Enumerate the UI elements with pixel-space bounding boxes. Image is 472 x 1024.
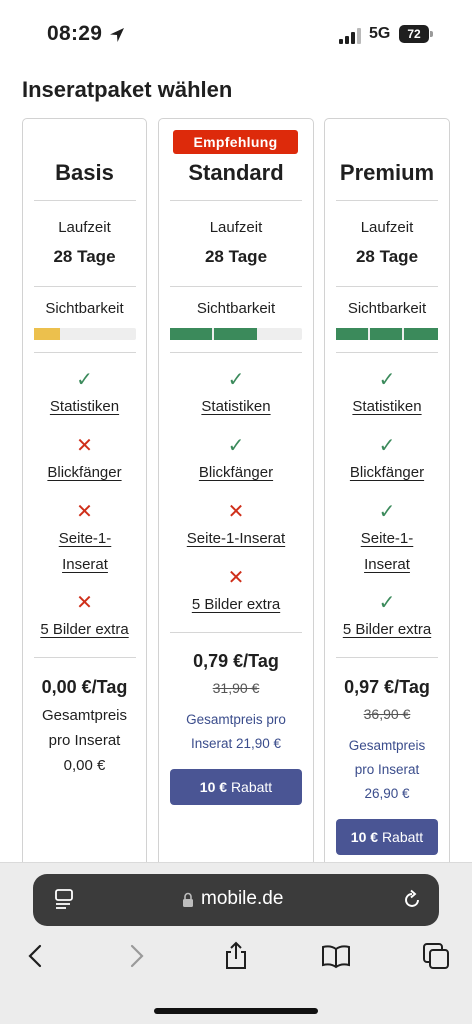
visibility-label: Sichtbarkeit [347, 300, 427, 317]
check-icon: ✓ [227, 435, 245, 457]
duration-label: Laufzeit [58, 219, 111, 236]
visibility-bar-basis [34, 328, 136, 340]
bookmarks-icon[interactable] [320, 940, 352, 972]
divider [336, 286, 438, 287]
divider [336, 657, 438, 658]
location-arrow-icon [110, 28, 124, 42]
duration-label: Laufzeit [360, 219, 414, 236]
check-icon: ✓ [378, 369, 396, 391]
duration-label: Laufzeit [209, 219, 263, 236]
check-icon: ✓ [227, 369, 245, 391]
feature-link-blickfaenger[interactable]: Blickfänger [324, 460, 450, 486]
feature-link-seite-1-inserat[interactable]: Seite-1-Inserat [352, 526, 422, 578]
battery-level: 72 [399, 25, 429, 43]
feature-link-5-bilder-extra[interactable]: 5 Bilder extra [22, 617, 147, 643]
cross-icon: ✕ [76, 501, 93, 523]
discount-button-standard[interactable]: 10 € Rabatt [170, 769, 302, 805]
feature-link-seite-1-inserat[interactable]: Seite-1-Inserat [50, 526, 120, 578]
visibility-bar-standard [170, 328, 302, 340]
network-type: 5G [369, 25, 391, 42]
page-menu-icon[interactable] [54, 888, 76, 912]
recommendation-badge: Empfehlung [173, 130, 298, 154]
visibility-bar-segment [34, 328, 60, 340]
visibility-bar-segment [214, 328, 258, 340]
total-price-line: Gesamtpreis [41, 707, 128, 724]
feature-link-blickfaenger[interactable]: Blickfänger [158, 460, 314, 486]
plan-name-premium: Premium [339, 160, 435, 185]
price-per-day: 0,79 €/Tag [193, 651, 279, 671]
plan-name-standard: Standard [188, 160, 284, 185]
discount-label: Rabatt [230, 779, 273, 795]
feature-link-5-bilder-extra[interactable]: 5 Bilder extra [324, 617, 450, 643]
total-price-line: pro Inserat [354, 762, 420, 777]
reload-icon[interactable] [401, 889, 423, 911]
divider [170, 632, 302, 633]
discount-amount: 10 € [350, 829, 379, 845]
total-price-line: Gesamtpreis pro [186, 712, 286, 727]
discount-button-premium[interactable]: 10 € Rabatt [336, 819, 438, 855]
divider [170, 352, 302, 353]
visibility-bar-segment [370, 328, 402, 340]
plan-name-basis: Basis [55, 160, 114, 185]
share-icon[interactable] [220, 940, 252, 972]
status-bar: 08:29 5G 72 [0, 0, 472, 64]
divider [170, 286, 302, 287]
feature-link-5-bilder-extra[interactable]: 5 Bilder extra [158, 592, 314, 618]
total-price-line: Inserat 21,90 € [190, 736, 282, 751]
cross-icon: ✕ [76, 592, 93, 614]
check-icon: ✓ [378, 501, 396, 523]
visibility-bar-segment [170, 328, 212, 340]
divider [170, 200, 302, 201]
divider [34, 352, 136, 353]
discount-amount: 10 € [199, 779, 228, 795]
visibility-label: Sichtbarkeit [45, 300, 124, 317]
total-price-line: pro Inserat [48, 732, 121, 749]
tabs-icon[interactable] [420, 940, 452, 972]
total-price-line: Gesamtpreis [348, 738, 426, 753]
forward-icon[interactable] [120, 940, 152, 972]
divider [34, 200, 136, 201]
divider [336, 352, 438, 353]
feature-link-seite-1-inserat[interactable]: Seite-1-Inserat [158, 526, 314, 552]
duration-value: 28 Tage [204, 247, 268, 266]
back-icon[interactable] [20, 940, 52, 972]
visibility-bar-segment [404, 328, 438, 340]
price-per-day: 0,97 €/Tag [344, 677, 430, 697]
duration-value: 28 Tage [355, 247, 419, 266]
url-text[interactable]: mobile.de [201, 888, 283, 910]
divider [34, 286, 136, 287]
cross-icon: ✕ [227, 567, 245, 589]
check-icon: ✓ [76, 369, 93, 391]
check-icon: ✓ [378, 592, 396, 614]
visibility-label: Sichtbarkeit [196, 300, 276, 317]
duration-value: 28 Tage [53, 247, 116, 266]
feature-link-statistiken[interactable]: Statistiken [324, 394, 450, 420]
status-time: 08:29 [47, 22, 103, 45]
feature-link-statistiken[interactable]: Statistiken [22, 394, 147, 420]
cross-icon: ✕ [227, 501, 245, 523]
home-indicator [154, 1008, 318, 1014]
page-title: Inseratpaket wählen [22, 77, 233, 102]
lock-icon [183, 892, 193, 907]
visibility-bar-segment [336, 328, 368, 340]
battery-icon: 72 [399, 25, 433, 43]
visibility-bar-premium [336, 328, 438, 340]
total-price-value: 0,00 € [63, 757, 106, 774]
discount-label: Rabatt [381, 829, 424, 845]
old-price: 31,90 € [212, 680, 260, 696]
total-price-value: 26,90 € [364, 786, 410, 801]
divider [34, 657, 136, 658]
old-price: 36,90 € [363, 706, 411, 722]
feature-link-statistiken[interactable]: Statistiken [158, 394, 314, 420]
signal-icon [339, 28, 361, 44]
divider [336, 200, 438, 201]
price-per-day: 0,00 €/Tag [41, 677, 128, 697]
cross-icon: ✕ [76, 435, 93, 457]
feature-link-blickfaenger[interactable]: Blickfänger [22, 460, 147, 486]
check-icon: ✓ [378, 435, 396, 457]
